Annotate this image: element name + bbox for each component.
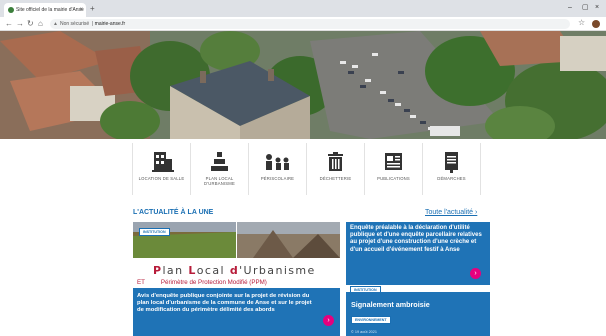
profile-avatar[interactable] [592,20,600,28]
hero-aerial-photo [0,31,606,139]
read-more-arrow-icon[interactable]: › [323,315,334,326]
close-tab-icon[interactable]: × [79,3,83,17]
info-icon: ▲ [53,21,58,27]
quick-links-bar: Location de salle Plan local d'urbanisme… [132,143,481,195]
address-bar: ← → ↻ ⌂ ▲ Non sécurisé | mairie-anse.fr … [0,17,606,31]
news-section-title: L'ACTUALITÉ À LA UNE [133,209,214,216]
url-text: mairie-anse.fr [94,21,126,27]
quick-link-dechetterie[interactable]: Déchetterie [307,143,365,195]
quick-link-label: Plan local d'urbanisme [204,176,235,186]
bookmark-star-icon[interactable]: ☆ [578,18,585,27]
quick-link-demarches[interactable]: Démarches [423,143,481,195]
quick-link-label: Périscolaire [260,176,295,181]
category-tag: Environnement [351,316,391,324]
news-card-plu[interactable]: Institution Plan Local d'Urbanisme ET Pér… [133,222,340,336]
news-card-ambroisie[interactable]: Signalement ambroisie Environnement © 19… [346,292,490,336]
all-news-link[interactable]: Toute l'actualité › [425,209,477,216]
quick-link-label: Location de salle [138,176,185,181]
plu-subheading: ET Périmètre de Protection Modifié (PPM) [137,279,267,286]
close-window-icon[interactable]: × [595,2,599,14]
maximize-icon[interactable]: ▢ [582,2,589,14]
building-icon [152,152,174,172]
news-card-title: Signalement ambroisie [351,300,430,309]
site-favicon-icon [8,7,14,13]
newspaper-icon [385,153,402,170]
quick-link-location-salle[interactable]: Location de salle [133,143,191,195]
security-label: Non sécurisé [60,21,90,27]
new-tab-icon[interactable]: + [90,3,95,15]
news-card-enquete[interactable]: Enquête préalable à la déclaration d'uti… [346,222,490,294]
reload-icon[interactable]: ↻ [27,18,34,30]
trash-icon [328,152,343,171]
minimize-icon[interactable]: – [568,2,572,14]
document-icon [445,152,458,173]
news-card-text: Avis d'enquête publique conjointe sur la… [137,293,312,313]
quick-link-label: Démarches [437,176,466,181]
quick-link-label: Déchetterie [319,176,352,181]
quick-link-plu[interactable]: Plan local d'urbanisme [191,143,249,195]
pyramid-icon [211,152,228,171]
plu-subtitle: Périmètre de Protection Modifié (PPM) [160,279,267,286]
plu-et-label: ET [137,279,145,286]
read-more-arrow-icon[interactable]: › [470,268,481,279]
quick-link-periscolaire[interactable]: Périscolaire [249,143,307,195]
children-icon [266,154,289,170]
quick-link-publications[interactable]: Publications [365,143,423,195]
home-icon[interactable]: ⌂ [38,18,43,30]
back-icon[interactable]: ← [5,18,13,30]
forward-icon[interactable]: → [16,18,24,30]
browser-tab-bar: Site officiel de la mairie d'Anse × + – … [0,0,606,17]
tab-title: Site officiel de la mairie d'Anse [16,7,84,13]
news-card-date: © 19 août 2021 [351,330,378,334]
news-card-caption: Avis d'enquête publique conjointe sur la… [133,288,340,336]
url-input[interactable]: ▲ Non sécurisé | mairie-anse.fr [50,19,570,29]
quick-link-label: Publications [377,176,410,181]
category-tag: Institution [139,228,170,236]
browser-tab[interactable]: Site officiel de la mairie d'Anse × [4,3,86,17]
news-card-text: Enquête préalable à la déclaration d'uti… [350,225,482,253]
plu-heading: Plan Local d'Urbanisme [153,264,316,277]
